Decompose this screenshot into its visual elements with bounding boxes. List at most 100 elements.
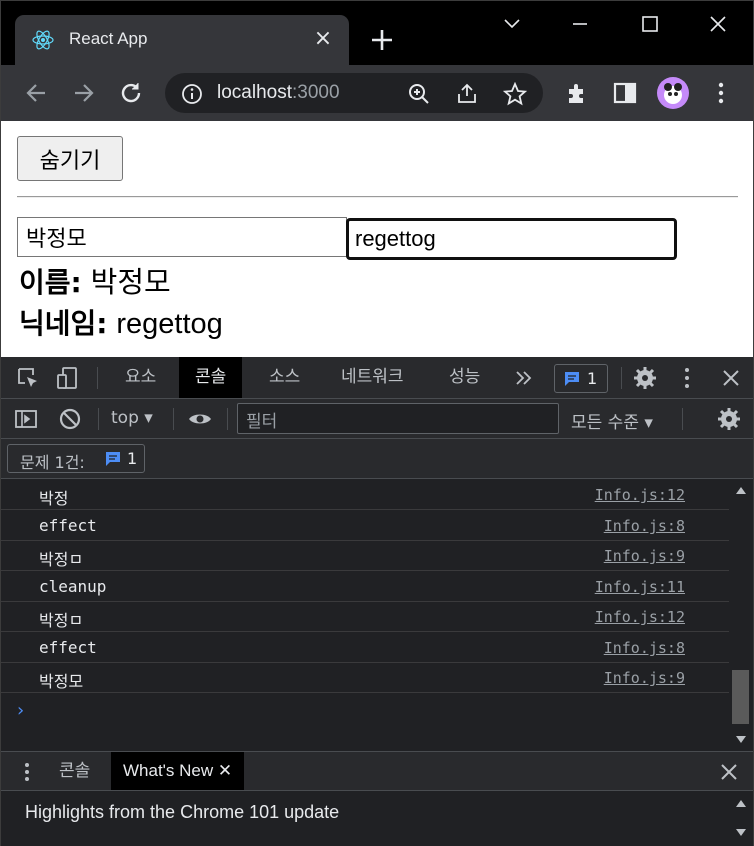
tab-sources[interactable]: 소스 <box>253 357 316 398</box>
tab-elements[interactable]: 요소 <box>109 357 172 398</box>
address-bar[interactable]: localhost:3000 <box>165 73 543 113</box>
browser-tab[interactable]: React App × <box>15 15 349 65</box>
scroll-down-arrow-icon[interactable] <box>735 734 747 744</box>
filter-input[interactable]: 필터 <box>237 403 559 434</box>
name-row: 이름: 박정모 <box>19 259 171 301</box>
issues-button[interactable]: 문제 1건: 1 <box>7 444 145 473</box>
log-entry: effect Info.js:8 <box>1 633 729 663</box>
name-input[interactable] <box>17 217 347 257</box>
tab-performance[interactable]: 성능 <box>433 357 496 398</box>
log-levels-value: 모든 수준 <box>571 413 639 433</box>
console-prompt[interactable]: › <box>15 700 26 721</box>
issues-count-badge[interactable]: 1 <box>554 364 608 393</box>
scroll-up-arrow-icon[interactable] <box>735 486 747 496</box>
issues-label: 문제 1건: <box>20 453 85 472</box>
bookmark-star-icon[interactable] <box>503 82 527 106</box>
more-tabs-chevron-icon[interactable] <box>511 365 537 391</box>
whats-new-panel: Highlights from the Chrome 101 update <box>1 791 729 846</box>
scroll-down-arrow-icon[interactable] <box>735 827 747 837</box>
react-logo-icon <box>31 28 55 52</box>
tab-network[interactable]: 네트워크 <box>325 357 420 398</box>
log-entry: effect Info.js:8 <box>1 511 729 541</box>
log-source-link[interactable]: Info.js:8 <box>604 517 685 535</box>
tab-close-icon[interactable]: × <box>311 27 335 51</box>
log-source-link[interactable]: Info.js:9 <box>604 669 685 687</box>
show-sidebar-icon[interactable] <box>13 406 39 432</box>
toolbar-separator <box>227 408 228 430</box>
log-source-link[interactable]: Info.js:8 <box>604 639 685 657</box>
url-text[interactable]: localhost:3000 <box>217 82 340 104</box>
new-tab-icon[interactable] <box>369 27 395 53</box>
forward-arrow-icon[interactable] <box>69 79 97 107</box>
log-entry: 박정 Info.js:12 <box>1 480 729 510</box>
name-label: 이름 <box>19 266 71 299</box>
tab-console[interactable]: 콘솔 <box>179 357 243 398</box>
log-levels-dropdown[interactable]: 모든 수준 ▾ <box>571 408 653 433</box>
context-value: top <box>111 408 139 428</box>
nickname-colon: : <box>96 307 108 340</box>
site-info-icon[interactable] <box>181 83 203 105</box>
extensions-icon[interactable] <box>563 79 591 107</box>
whats-new-headline[interactable]: Highlights from the Chrome 101 update <box>25 802 339 823</box>
browser-toolbar: localhost:3000 <box>1 65 753 121</box>
zoom-icon[interactable] <box>407 82 431 106</box>
drawer-tab-whats-new[interactable]: What's New ✕ <box>111 752 245 790</box>
log-entry: 박정ㅁ Info.js:12 <box>1 602 729 632</box>
log-message: 박정 <box>39 489 69 508</box>
inspect-element-icon[interactable] <box>15 365 41 391</box>
scroll-up-arrow-icon[interactable] <box>735 799 747 809</box>
whats-new-scrollbar[interactable] <box>729 791 753 846</box>
url-port: :3000 <box>292 82 340 103</box>
whats-new-label: What's New <box>123 761 214 780</box>
toolbar-separator <box>173 408 174 430</box>
devtools-menu-icon[interactable] <box>674 365 700 391</box>
side-panel-icon[interactable] <box>611 79 639 107</box>
log-message: 박정ㅁ <box>39 611 84 630</box>
toolbar-separator <box>97 367 98 389</box>
device-toolbar-icon[interactable] <box>55 365 81 391</box>
issues-badge-count: 1 <box>127 449 138 468</box>
profile-avatar[interactable] <box>657 77 689 109</box>
log-entry: 박정ㅁ Info.js:9 <box>1 541 729 571</box>
more-menu-icon[interactable] <box>707 79 735 107</box>
settings-gear-icon[interactable] <box>632 365 658 391</box>
live-expression-eye-icon[interactable] <box>187 406 213 432</box>
tab-search-chevron-icon[interactable] <box>497 11 527 37</box>
console-log-area: 박정 Info.js:12 effect Info.js:8 박정ㅁ Info.… <box>1 480 729 750</box>
maximize-icon[interactable] <box>635 11 665 37</box>
context-selector[interactable]: top ▾ <box>111 408 153 428</box>
close-devtools-icon[interactable] <box>718 365 744 391</box>
log-message: effect <box>39 516 97 535</box>
nickname-row: 닉네임: regettog <box>19 302 223 342</box>
log-entry: cleanup Info.js:11 <box>1 572 729 602</box>
console-settings-gear-icon[interactable] <box>716 406 742 432</box>
devtools-tab-strip: 요소 콘솔 소스 네트워크 성능 <box>1 357 753 399</box>
issue-message-icon <box>104 450 122 468</box>
divider <box>17 196 738 198</box>
close-drawer-tab-icon[interactable]: ✕ <box>218 761 232 780</box>
console-scrollbar[interactable] <box>729 480 753 750</box>
log-source-link[interactable]: Info.js:12 <box>595 486 685 504</box>
issues-bar: 문제 1건: 1 <box>1 439 753 479</box>
log-source-link[interactable]: Info.js:11 <box>595 578 685 596</box>
drawer-tab-console[interactable]: 콘솔 <box>59 752 90 790</box>
hide-button[interactable]: 숨기기 <box>17 136 123 181</box>
toolbar-separator <box>98 408 99 430</box>
close-drawer-icon[interactable] <box>717 760 741 784</box>
clear-console-icon[interactable] <box>57 406 83 432</box>
reload-icon[interactable] <box>117 79 145 107</box>
issues-count: 1 <box>587 369 598 388</box>
title-bar: React App × <box>1 1 753 65</box>
close-window-icon[interactable] <box>703 11 733 37</box>
nickname-input[interactable] <box>346 218 677 260</box>
back-arrow-icon[interactable] <box>23 79 51 107</box>
share-icon[interactable] <box>455 82 479 106</box>
issue-message-icon <box>563 370 581 388</box>
log-source-link[interactable]: Info.js:12 <box>595 608 685 626</box>
drawer-menu-icon[interactable] <box>15 760 39 784</box>
scrollbar-thumb[interactable] <box>732 670 749 724</box>
log-source-link[interactable]: Info.js:9 <box>604 547 685 565</box>
minimize-icon[interactable] <box>565 11 595 37</box>
log-message: 박정ㅁ <box>39 550 84 569</box>
toolbar-separator <box>621 367 622 389</box>
